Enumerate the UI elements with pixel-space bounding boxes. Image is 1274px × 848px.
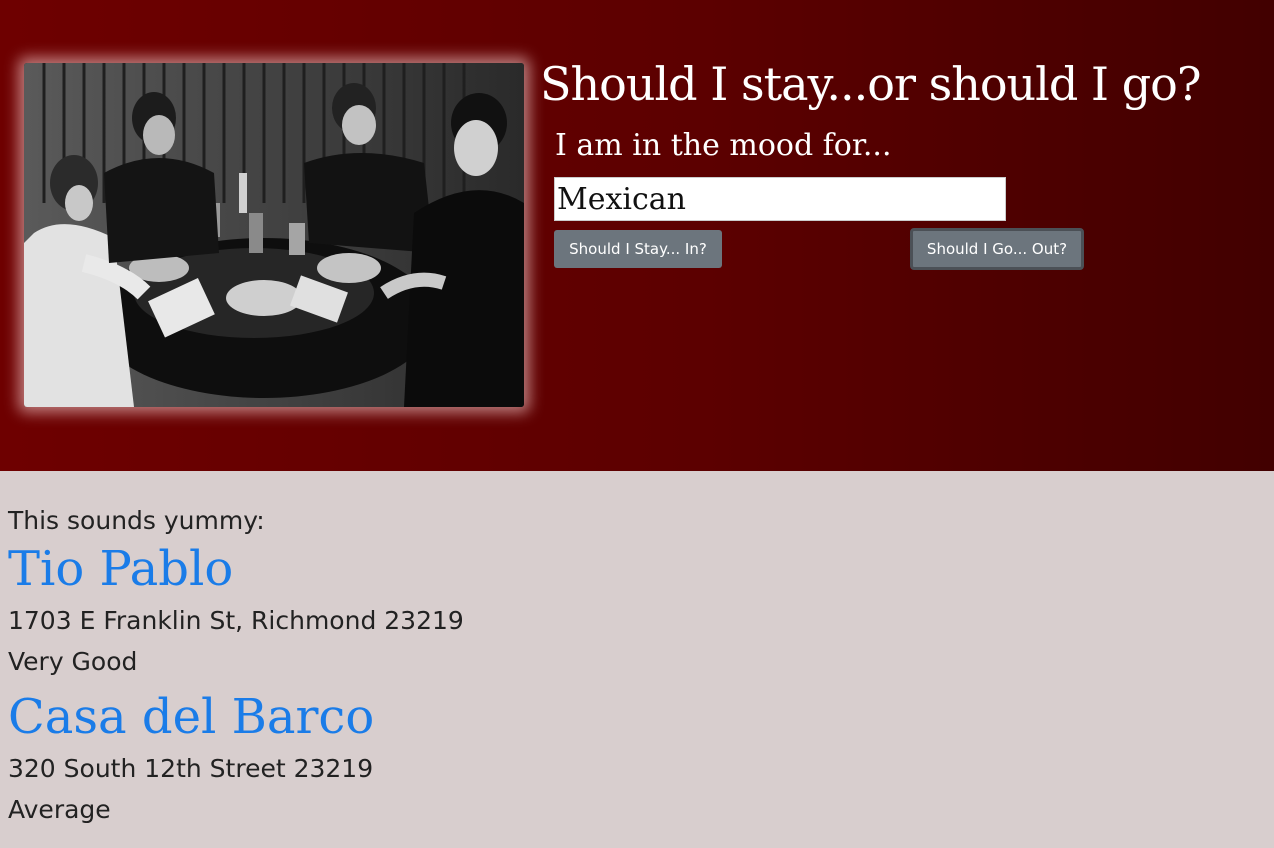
mood-prompt-label: I am in the mood for... — [555, 128, 892, 163]
page-title: Should I stay...or should I go? — [540, 57, 1202, 111]
restaurant-card: Tio Pablo 1703 E Franklin St, Richmond 2… — [8, 538, 1258, 682]
restaurant-name-link[interactable]: Casa del Barco — [8, 686, 1258, 748]
stay-in-button[interactable]: Should I Stay... In? — [554, 230, 722, 268]
restaurant-rating: Average — [8, 795, 111, 824]
band-dinner-photo — [24, 63, 524, 407]
hero-header: Should I stay...or should I go? I am in … — [0, 0, 1274, 471]
restaurant-address: 320 South 12th Street 23219 — [8, 754, 374, 783]
results-section: This sounds yummy: Tio Pablo 1703 E Fran… — [8, 504, 1258, 830]
restaurant-card: Casa del Barco 320 South 12th Street 232… — [8, 686, 1258, 830]
go-out-button[interactable]: Should I Go... Out? — [910, 228, 1084, 270]
restaurant-rating: Very Good — [8, 647, 138, 676]
restaurant-address: 1703 E Franklin St, Richmond 23219 — [8, 606, 464, 635]
cuisine-input[interactable] — [554, 177, 1006, 221]
results-intro: This sounds yummy: — [8, 506, 265, 535]
restaurant-name-link[interactable]: Tio Pablo — [8, 538, 1258, 600]
